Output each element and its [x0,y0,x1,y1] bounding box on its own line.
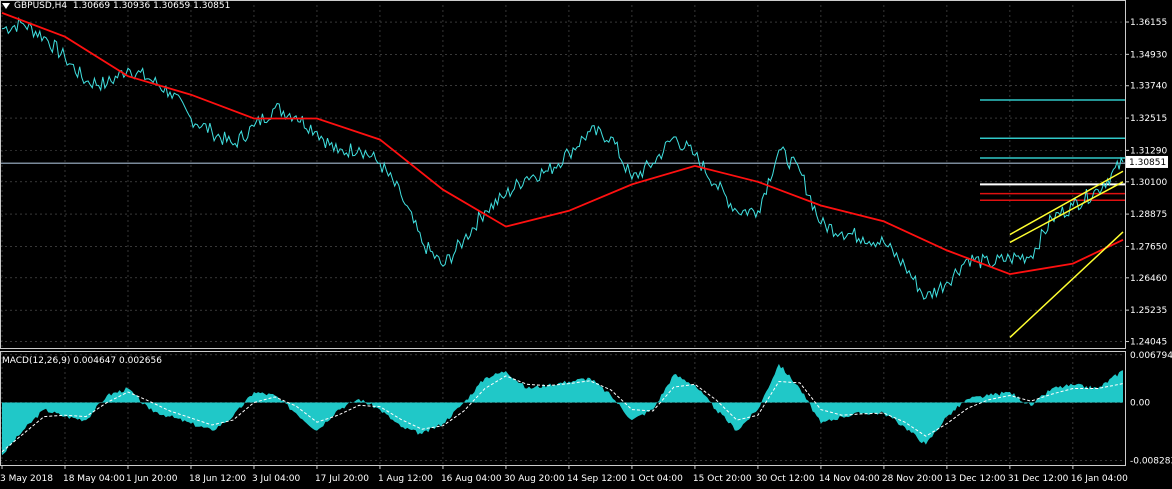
x-tick-label: 28 Nov 20:00 [882,474,943,484]
x-tick-label: 1 Jun 20:00 [126,474,178,484]
macd-histogram [2,363,1123,456]
x-tick-label: 3 May 2018 [0,474,53,484]
y-tick-label: 1.32515 [1130,114,1167,124]
macd-label: MACD(12,26,9) 0.004647 0.002656 [2,356,162,366]
y-tick-label: 1.30100 [1130,178,1167,188]
y-tick-label: 1.31290 [1130,146,1167,156]
channel-line [1009,181,1124,244]
x-tick-label: 15 Oct 20:00 [693,474,752,484]
dropdown-triangle-icon[interactable] [2,2,10,9]
x-tick-label: 13 Dec 12:00 [945,474,1006,484]
channel-line [1009,231,1124,338]
current-price-label: 1.30851 [1129,158,1166,168]
moving-average-line [1,12,1124,276]
symbol-label: GBPUSD,H4 [14,1,68,11]
y-tick-label: 1.28875 [1130,210,1167,220]
y-tick-label: 1.26460 [1130,274,1167,284]
macd-tick-label: -0.008283 [1130,457,1172,467]
price-frame [0,0,1126,349]
x-tick-label: 16 Jan 04:00 [1071,474,1128,484]
x-tick-label: 3 Jul 04:00 [252,474,301,484]
channel-line [1009,170,1124,236]
chart-canvas: 1.36155 1.34930 1.33740 1.32515 1.31290 1.301… [0,0,1172,484]
y-tick-label: 1.33740 [1130,82,1167,92]
x-tick-label: 17 Jul 20:00 [315,474,369,484]
y-tick-label: 1.36155 [1130,18,1167,28]
x-tick-label: 30 Aug 20:00 [504,474,565,484]
macd-header: MACD(12,26,9) 0.004647 0.002656 [2,356,162,366]
price-header: GBPUSD,H4 1.30669 1.30936 1.30659 1.3085… [2,1,230,11]
channel-lines [1009,170,1124,338]
x-tick-label: 16 Aug 04:00 [441,474,502,484]
x-tick-label: 14 Nov 04:00 [819,474,880,484]
y-tick-label: 1.24045 [1130,338,1167,348]
y-tick-label: 1.27650 [1130,242,1167,252]
x-tick-label: 14 Sep 12:00 [567,474,627,484]
macd-tick-label: 0.006794 [1130,351,1172,361]
y-tick-label: 1.25235 [1130,306,1167,316]
x-tick-label: 1 Oct 04:00 [630,474,683,484]
x-tick-label: 1 Aug 12:00 [378,474,433,484]
ohlc-values: 1.30669 1.30936 1.30659 1.30851 [72,1,231,11]
x-tick-label: 31 Dec 12:00 [1008,474,1069,484]
macd-panel [1,363,1124,456]
price-series [1,12,1124,300]
y-tick-label: 1.34930 [1130,50,1167,60]
x-tick-label: 30 Oct 12:00 [756,474,815,484]
x-tick-label: 18 May 04:00 [63,474,125,484]
x-tick-label: 18 Jun 12:00 [189,474,246,484]
close-price-line [1,16,1124,300]
macd-tick-label: 0.00 [1130,399,1150,409]
